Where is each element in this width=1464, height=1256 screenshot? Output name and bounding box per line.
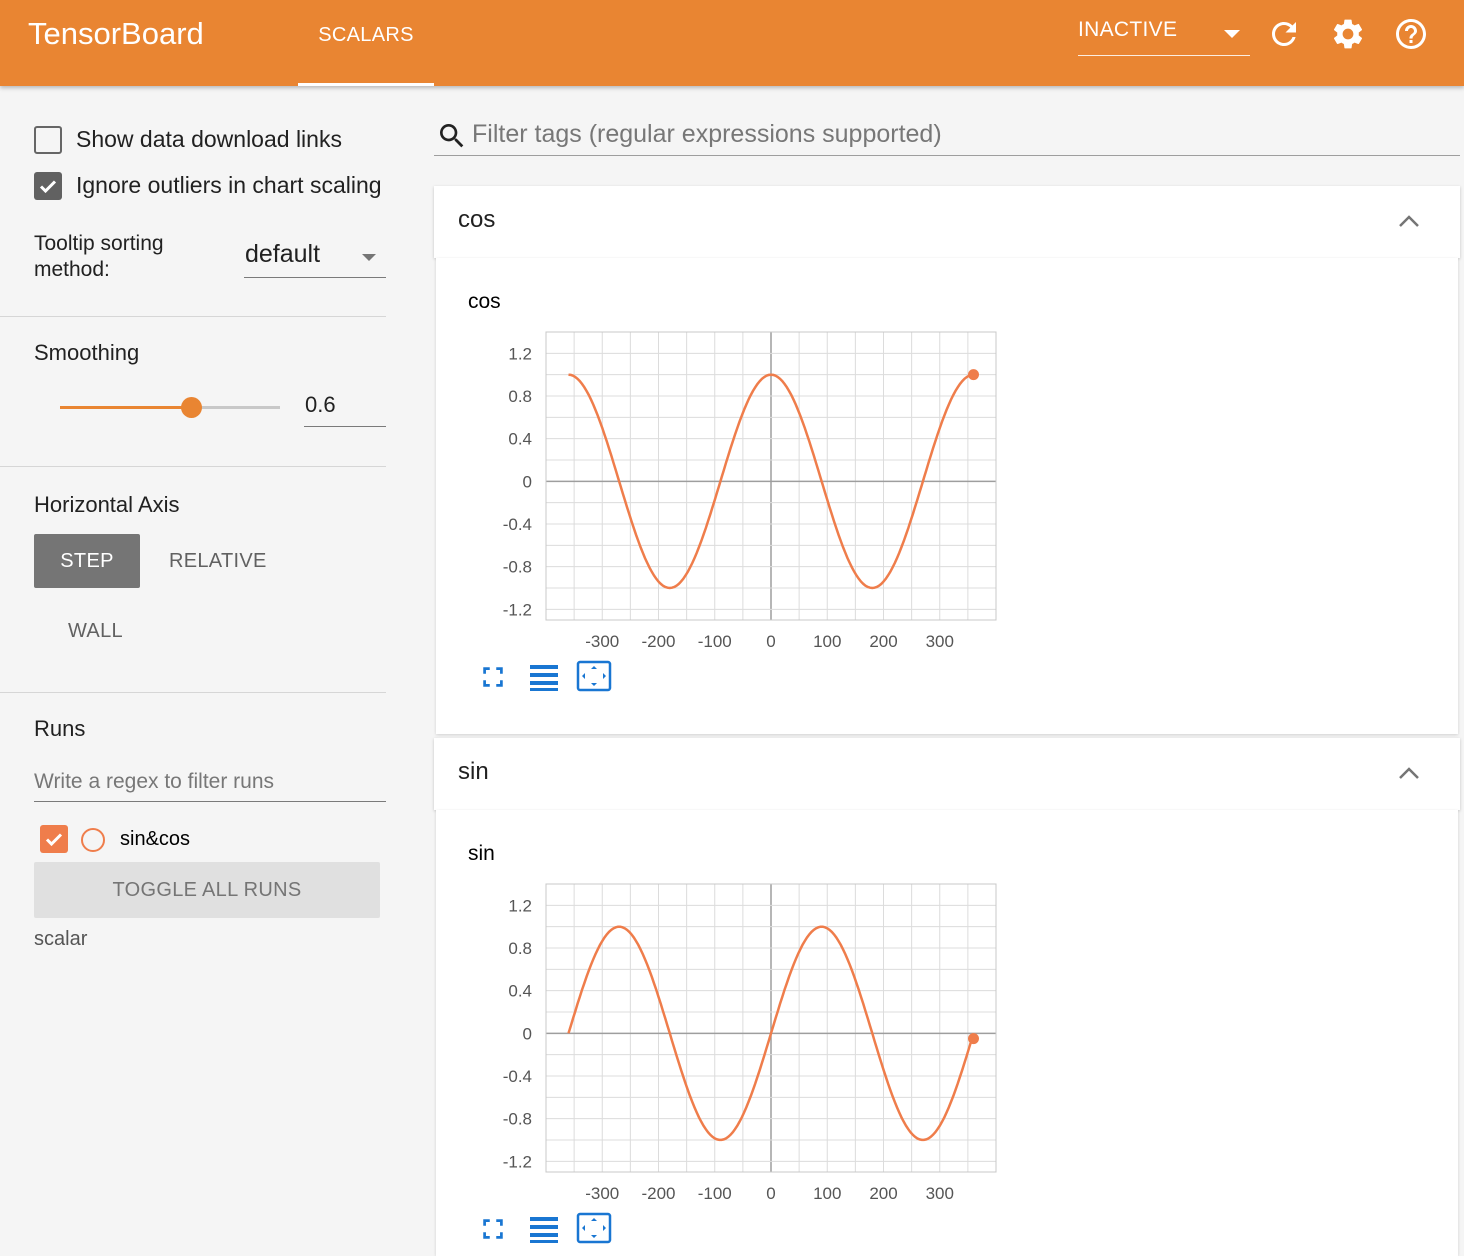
y-tick-label: 0.4 (508, 982, 532, 1001)
axis-step-button[interactable]: STEP (34, 534, 140, 588)
axis-relative-button[interactable]: RELATIVE (169, 550, 267, 573)
x-tick-label: -300 (585, 1184, 619, 1203)
toggle-log-scale-icon[interactable] (528, 1215, 560, 1243)
x-tick-label: 200 (869, 1184, 897, 1203)
x-tick-label: 100 (813, 1184, 841, 1203)
smoothing-value-input[interactable]: 0.6 (304, 386, 386, 427)
tag-filter-input[interactable]: Filter tags (regular expressions support… (434, 112, 1460, 156)
y-tick-label: 0 (523, 1024, 532, 1043)
smoothing-slider-fill (60, 406, 192, 409)
active-tab-indicator (298, 83, 434, 86)
smoothing-label: Smoothing (34, 340, 140, 365)
tab-scalars-label: SCALARS (318, 24, 414, 46)
status-value: INACTIVE (1078, 18, 1178, 41)
smoothing-slider-knob[interactable] (181, 397, 202, 418)
y-tick-label: -0.8 (503, 1110, 532, 1129)
help-icon[interactable] (1393, 16, 1429, 52)
x-tick-label: 0 (766, 632, 775, 651)
tooltip-sorting-label-line2: method: (34, 258, 110, 281)
tooltip-sorting-label-line1: Tooltip sorting (34, 232, 164, 255)
search-icon (440, 124, 464, 148)
y-tick-label: 0.8 (508, 939, 532, 958)
top-toolbar: TensorBoard SCALARS INACTIVE (0, 0, 1464, 86)
chart-card-sin: sin 1.2 0.8 0.4 0 -0.4 -0.8 -1.2 -300 -200 -100 0 1… (436, 810, 1458, 1256)
fullscreen-icon[interactable] (480, 1216, 506, 1242)
runs-filter-placeholder: Write a regex to filter runs (34, 770, 275, 793)
horizontal-axis-label: Horizontal Axis (34, 492, 180, 517)
runs-label: Runs (34, 716, 86, 741)
series-last-point (968, 1033, 979, 1045)
divider (0, 316, 386, 317)
fit-domain-icon[interactable] (576, 1212, 612, 1244)
y-tick-label: -0.4 (503, 515, 532, 534)
x-tick-label: 200 (869, 632, 897, 651)
run-sin-cos-checkbox[interactable] (40, 825, 68, 853)
runs-filter-input[interactable]: Write a regex to filter runs (34, 758, 386, 802)
run-color-radio-icon[interactable] (81, 828, 105, 852)
settings-gear-icon[interactable] (1330, 16, 1366, 52)
x-tick-label: -100 (698, 632, 732, 651)
ignore-outliers-checkbox[interactable] (34, 172, 62, 200)
y-tick-label: 1.2 (508, 344, 532, 363)
tooltip-sorting-value: default (245, 240, 321, 268)
y-tick-label: 0.4 (508, 430, 532, 449)
fit-domain-icon[interactable] (576, 660, 612, 692)
toggle-all-runs-button[interactable]: TOGGLE ALL RUNS (34, 862, 380, 918)
chevron-up-icon[interactable] (1396, 212, 1422, 230)
chevron-up-icon[interactable] (1396, 764, 1422, 782)
run-status-dropdown[interactable]: INACTIVE (1078, 18, 1250, 56)
smoothing-value: 0.6 (305, 392, 336, 417)
checkmark-icon (45, 833, 63, 847)
axis-wall-button[interactable]: WALL (68, 620, 123, 643)
divider (0, 466, 386, 467)
x-tick-label: 300 (926, 632, 954, 651)
tab-scalars[interactable]: SCALARS (298, 0, 434, 86)
checkmark-icon (39, 180, 57, 194)
x-tick-label: -100 (698, 1184, 732, 1203)
line-chart-sin[interactable]: 1.2 0.8 0.4 0 -0.4 -0.8 -1.2 -300 -200 -100 0 100 20… (436, 810, 1458, 1256)
y-tick-label: 0 (523, 472, 532, 491)
x-tick-label: 300 (926, 1184, 954, 1203)
y-tick-label: -1.2 (503, 600, 532, 619)
show-download-links-label: Show data download links (76, 126, 342, 152)
run-name: sin&cos (120, 828, 191, 850)
show-download-links-checkbox[interactable] (34, 126, 62, 154)
category-name: cos (458, 206, 496, 233)
divider (0, 692, 386, 693)
fullscreen-icon[interactable] (480, 664, 506, 690)
series-last-point (968, 369, 979, 381)
x-tick-label: -200 (641, 1184, 675, 1203)
refresh-icon[interactable] (1266, 16, 1302, 52)
chevron-down-icon (1224, 30, 1240, 38)
y-tick-label: 0.8 (508, 387, 532, 406)
ignore-outliers-label-clip: Ignore outliers in chart scaling (76, 172, 386, 199)
category-name: sin (458, 758, 489, 785)
chart-card-cos: cos 1.2 0.8 0.4 0 -0.4 -0.8 -1.2 -300 -200 -100 0 1… (436, 258, 1458, 734)
ignore-outliers-label: Ignore outliers in chart scaling (76, 172, 382, 198)
tooltip-sorting-dropdown[interactable]: default (244, 236, 386, 278)
toggle-log-scale-icon[interactable] (528, 663, 560, 691)
brand-title: TensorBoard (28, 16, 204, 51)
y-tick-label: 1.2 (508, 896, 532, 915)
y-tick-label: -0.4 (503, 1067, 532, 1086)
x-tick-label: 0 (766, 1184, 775, 1203)
logdir-label: scalar (34, 928, 88, 950)
chevron-down-icon (362, 254, 376, 261)
x-tick-label: 100 (813, 632, 841, 651)
category-header-cos[interactable]: cos (434, 186, 1460, 258)
x-tick-label: -300 (585, 632, 619, 651)
y-tick-label: -0.8 (503, 558, 532, 577)
category-header-sin[interactable]: sin (434, 738, 1460, 810)
x-tick-label: -200 (641, 632, 675, 651)
tag-filter-placeholder: Filter tags (regular expressions support… (472, 120, 942, 148)
y-tick-label: -1.2 (503, 1152, 532, 1171)
sidebar: Show data download links Ignore outliers… (0, 86, 400, 1256)
